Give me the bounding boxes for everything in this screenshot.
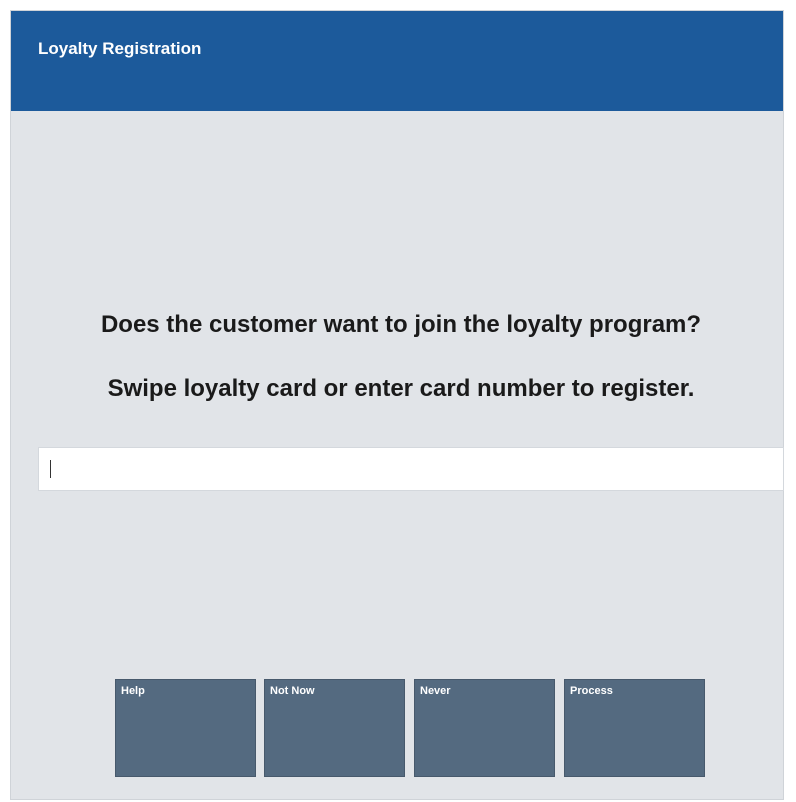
loyalty-registration-screen: Loyalty Registration Does the customer w… <box>10 10 784 800</box>
page-title: Loyalty Registration <box>38 39 202 58</box>
not-now-button-label: Not Now <box>270 685 315 697</box>
prompt-instruction: Swipe loyalty card or enter card number … <box>107 375 695 402</box>
help-button-label: Help <box>121 685 145 697</box>
prompt-question: Does the customer want to join the loyal… <box>100 311 702 338</box>
never-button[interactable]: Never <box>414 679 555 777</box>
process-button[interactable]: Process <box>564 679 705 777</box>
card-number-input[interactable] <box>38 447 784 491</box>
header-bar: Loyalty Registration <box>11 11 783 111</box>
text-cursor <box>50 460 51 478</box>
process-button-label: Process <box>570 685 613 697</box>
help-button[interactable]: Help <box>115 679 256 777</box>
never-button-label: Never <box>420 685 451 697</box>
not-now-button[interactable]: Not Now <box>264 679 405 777</box>
